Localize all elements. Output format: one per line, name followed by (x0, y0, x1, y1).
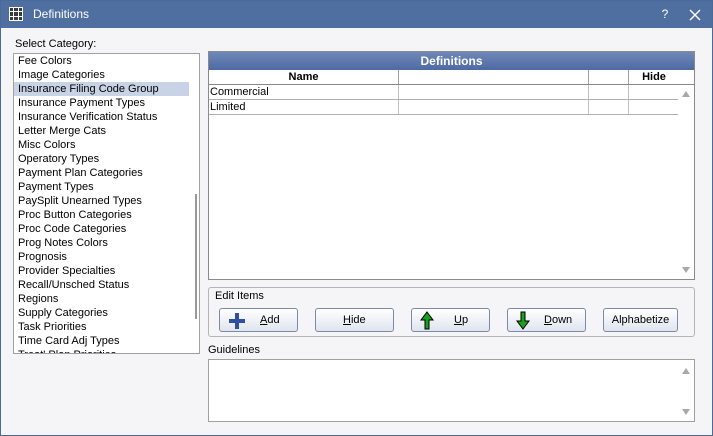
table-cell[interactable] (589, 100, 629, 114)
category-item[interactable]: Recall/Unsched Status (14, 278, 189, 292)
add-button-rest: dd (267, 314, 280, 326)
category-items: Fee Colors Image Categories Insurance Fili… (14, 54, 189, 353)
close-icon (689, 9, 701, 21)
guidelines-scroll-up-icon[interactable] (682, 368, 690, 374)
category-list[interactable]: Fee Colors Image Categories Insurance Fili… (13, 53, 200, 354)
column-header-name[interactable]: Name (209, 70, 399, 84)
hide-button-rest: ide (350, 314, 366, 326)
window-title: Definitions (33, 7, 90, 21)
category-scroll-thumb[interactable] (195, 194, 197, 319)
table-row[interactable]: Limited (209, 100, 679, 115)
category-item[interactable]: Regions (14, 292, 189, 306)
up-button-key: U (454, 314, 462, 326)
category-item[interactable]: Image Categories (14, 68, 189, 82)
category-item[interactable]: Operatory Types (14, 152, 189, 166)
plus-icon (229, 313, 245, 329)
scroll-up-icon[interactable] (682, 91, 690, 97)
guidelines-label: Guidelines (208, 344, 260, 356)
table-cell[interactable] (629, 85, 679, 99)
arrow-up-icon (420, 311, 434, 330)
table-cell[interactable] (399, 100, 589, 114)
table-cell[interactable] (629, 100, 679, 114)
category-item[interactable]: Treat' Plan Priorities (14, 348, 189, 353)
grid-header: Name Hide (209, 70, 694, 85)
category-item[interactable]: Payment Plan Categories (14, 166, 189, 180)
guidelines-scroll-down-icon[interactable] (682, 409, 690, 415)
category-item[interactable]: Task Priorities (14, 320, 189, 334)
select-category-label: Select Category: (15, 38, 97, 50)
table-cell[interactable] (399, 85, 589, 99)
arrow-down-icon (516, 311, 530, 330)
definitions-grid: Definitions Name Hide Commercial Limited (208, 51, 695, 280)
category-item[interactable]: Payment Types (14, 180, 189, 194)
close-button[interactable] (685, 5, 705, 25)
table-cell[interactable]: Commercial (209, 85, 399, 99)
guidelines-box (208, 359, 695, 422)
category-item[interactable]: Insurance Verification Status (14, 110, 189, 124)
category-item[interactable]: Provider Specialties (14, 264, 189, 278)
category-item[interactable]: Prognosis (14, 250, 189, 264)
category-item[interactable]: Fee Colors (14, 54, 189, 68)
column-header-2[interactable] (399, 70, 589, 84)
down-button[interactable]: Down (507, 308, 586, 332)
category-item[interactable]: Letter Merge Cats (14, 124, 189, 138)
category-item[interactable]: Proc Code Categories (14, 222, 189, 236)
add-button[interactable]: Add (219, 308, 298, 332)
category-item[interactable]: Supply Categories (14, 306, 189, 320)
column-header-3[interactable] (589, 70, 629, 84)
table-cell[interactable] (589, 85, 629, 99)
category-item[interactable]: Insurance Filing Code Group (14, 82, 189, 96)
column-header-hide[interactable]: Hide (629, 70, 679, 84)
grid-scrollbar[interactable] (678, 85, 694, 279)
category-item[interactable]: PaySplit Unearned Types (14, 194, 189, 208)
down-button-key: D (544, 314, 552, 326)
definitions-window: Definitions ? Select Category: Fee Color… (0, 0, 713, 436)
category-item[interactable]: Proc Button Categories (14, 208, 189, 222)
category-item[interactable]: Prog Notes Colors (14, 236, 189, 250)
guidelines-scrollbar[interactable] (678, 360, 694, 421)
category-item[interactable]: Time Card Adj Types (14, 334, 189, 348)
help-button[interactable]: ? (656, 5, 674, 23)
down-button-rest: own (551, 314, 573, 326)
table-row[interactable]: Commercial (209, 85, 679, 100)
category-item[interactable]: Misc Colors (14, 138, 189, 152)
grid-body: Commercial Limited (209, 85, 679, 115)
table-cell[interactable]: Limited (209, 100, 399, 114)
category-scrollbar[interactable] (189, 54, 199, 353)
grid-app-icon (9, 7, 23, 21)
edit-items-label: Edit Items (215, 290, 264, 302)
category-item[interactable]: Insurance Payment Types (14, 96, 189, 110)
edit-items-group: Edit Items Add Hide Up Down Alphabetize (208, 287, 695, 337)
hide-button-key: H (343, 314, 351, 326)
hide-button[interactable]: Hide (315, 308, 394, 332)
grid-title: Definitions (209, 52, 694, 70)
up-button-rest: p (461, 314, 469, 326)
up-button[interactable]: Up (411, 308, 490, 332)
scroll-down-icon[interactable] (682, 267, 690, 273)
alphabetize-button[interactable]: Alphabetize (603, 308, 678, 332)
title-bar: Definitions ? (1, 1, 712, 28)
